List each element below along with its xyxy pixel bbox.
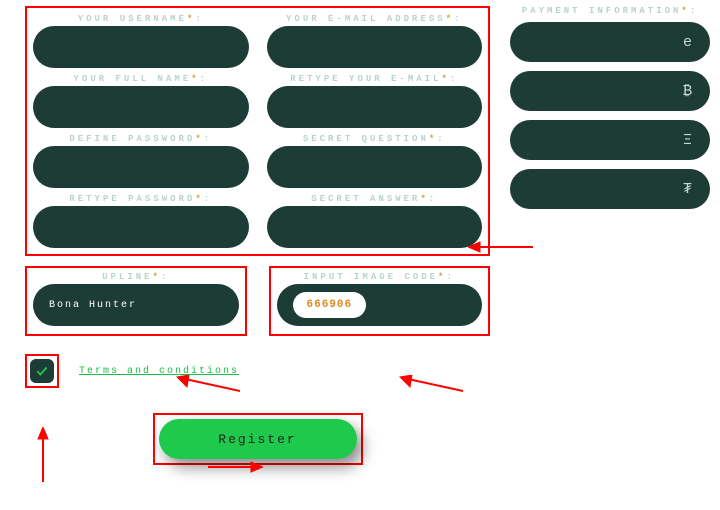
bitcoin-icon: ₿	[683, 83, 692, 100]
payment-option-usdt[interactable]: ₮	[510, 169, 710, 209]
payment-label: PAYMENT INFORMATION	[522, 6, 682, 16]
upline-label: UPLINE	[102, 272, 152, 282]
fullname-input[interactable]	[33, 86, 249, 128]
payment-option-btc[interactable]: ₿	[510, 71, 710, 111]
secret-q-group: SECRET QUESTION*:	[267, 134, 483, 188]
username-group: YOUR USERNAME*:	[33, 14, 249, 68]
asterisk-icon: *	[420, 194, 428, 204]
retype-password-label: RETYPE PASSWORD	[69, 194, 195, 204]
retype-email-group: RETYPE YOUR E-MAIL*:	[267, 74, 483, 128]
payment-option-eth[interactable]: Ξ	[510, 120, 710, 160]
password-group: DEFINE PASSWORD*:	[33, 134, 249, 188]
ecurrency-icon: e	[683, 34, 692, 51]
captcha-box: INPUT IMAGE CODE*: 666906	[269, 266, 491, 336]
fullname-label: YOUR FULL NAME	[74, 74, 192, 84]
asterisk-icon: *	[187, 14, 195, 24]
password-input[interactable]	[33, 146, 249, 188]
upline-input[interactable]: Bona Hunter	[33, 284, 239, 326]
register-box: Register	[153, 413, 363, 465]
register-label: Register	[218, 432, 296, 447]
captcha-input[interactable]: 666906	[277, 284, 483, 326]
email-label: YOUR E-MAIL ADDRESS	[286, 14, 446, 24]
tether-icon: ₮	[683, 181, 692, 198]
fullname-group: YOUR FULL NAME*:	[33, 74, 249, 128]
retype-email-label: RETYPE YOUR E-MAIL	[290, 74, 441, 84]
terms-checkbox-box	[25, 354, 59, 388]
registration-page: YOUR USERNAME*: YOUR E-MAIL ADDRESS*: YO…	[0, 0, 720, 465]
main-fields-box: YOUR USERNAME*: YOUR E-MAIL ADDRESS*: YO…	[25, 6, 490, 256]
email-input[interactable]	[267, 26, 483, 68]
upline-box: UPLINE*: Bona Hunter	[25, 266, 247, 336]
asterisk-icon: *	[195, 194, 203, 204]
asterisk-icon: *	[681, 6, 689, 16]
secret-a-label: SECRET ANSWER	[311, 194, 420, 204]
asterisk-icon: *	[191, 74, 199, 84]
terms-checkbox[interactable]	[30, 359, 54, 383]
arrow-icon	[468, 240, 533, 255]
arrow-icon	[175, 375, 240, 395]
payment-options: e ₿ Ξ ₮	[510, 22, 710, 209]
payment-option-e[interactable]: e	[510, 22, 710, 62]
captcha-label: INPUT IMAGE CODE	[304, 272, 438, 282]
retype-email-input[interactable]	[267, 86, 483, 128]
register-button[interactable]: Register	[159, 419, 357, 459]
secret-a-group: SECRET ANSWER*:	[267, 194, 483, 248]
secret-q-label: SECRET QUESTION	[303, 134, 429, 144]
asterisk-icon: *	[438, 272, 446, 282]
asterisk-icon: *	[441, 74, 449, 84]
secret-q-input[interactable]	[267, 146, 483, 188]
asterisk-icon: *	[153, 272, 161, 282]
asterisk-icon: *	[195, 134, 203, 144]
arrow-icon	[36, 427, 51, 482]
username-label: YOUR USERNAME	[78, 14, 187, 24]
retype-password-group: RETYPE PASSWORD*:	[33, 194, 249, 248]
email-group: YOUR E-MAIL ADDRESS*:	[267, 14, 483, 68]
ethereum-icon: Ξ	[683, 132, 692, 149]
secret-a-input[interactable]	[267, 206, 483, 248]
asterisk-icon: *	[429, 134, 437, 144]
payment-section: PAYMENT INFORMATION*: e ₿ Ξ ₮	[510, 6, 710, 465]
password-label: DEFINE PASSWORD	[69, 134, 195, 144]
arrow-icon	[208, 460, 263, 475]
upline-captcha-row: UPLINE*: Bona Hunter INPUT IMAGE CODE*: …	[25, 266, 490, 336]
check-icon	[35, 364, 49, 378]
asterisk-icon: *	[446, 14, 454, 24]
form-left: YOUR USERNAME*: YOUR E-MAIL ADDRESS*: YO…	[25, 6, 490, 465]
retype-password-input[interactable]	[33, 206, 249, 248]
username-input[interactable]	[33, 26, 249, 68]
arrow-icon	[398, 375, 463, 395]
captcha-value: 666906	[293, 292, 367, 318]
upline-value: Bona Hunter	[49, 300, 137, 311]
